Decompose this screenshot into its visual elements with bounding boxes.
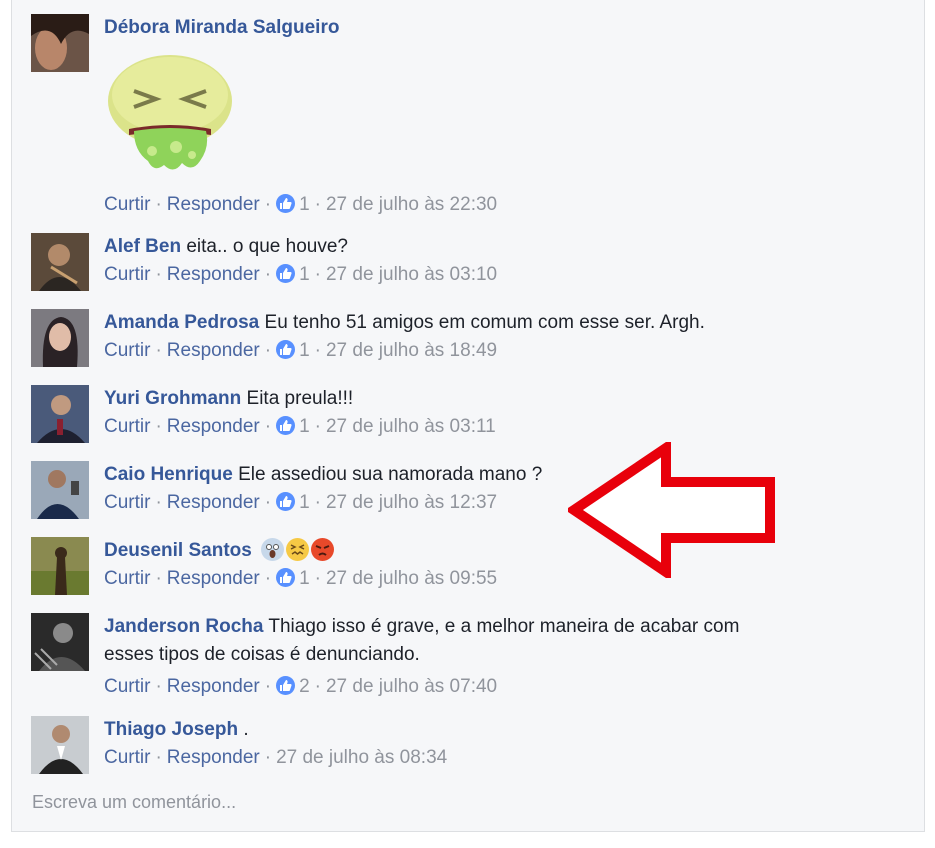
- like-count: 1: [299, 568, 310, 589]
- commenter-name[interactable]: Janderson Rocha: [104, 616, 263, 637]
- comment-actions: Curtir · Responder · 1 · 27 de julho às 18:49: [104, 340, 498, 361]
- vomiting-face-sticker: [104, 51, 237, 176]
- comment-text: eita.. o que houve?: [186, 236, 348, 257]
- reply-link[interactable]: Responder: [167, 568, 260, 589]
- avatar[interactable]: [31, 537, 89, 595]
- reply-link[interactable]: Responder: [167, 747, 260, 768]
- comment-text-line-2: esses tipos de coisas é denunciando.: [104, 644, 420, 665]
- comment-actions: Curtir · Responder · 1 · 27 de julho às 03:11: [104, 416, 496, 437]
- timestamp[interactable]: 27 de julho às 03:10: [326, 264, 497, 285]
- commenter-name[interactable]: Yuri Grohmann: [104, 388, 241, 409]
- like-link[interactable]: Curtir: [104, 676, 150, 697]
- comment-text: Eu tenho 51 amigos em comum com esse ser…: [264, 312, 705, 333]
- thumbs-up-icon[interactable]: [276, 568, 296, 587]
- comment-text: Ele assediou sua namorada mano ?: [238, 464, 543, 485]
- thumbs-up-icon[interactable]: [276, 340, 296, 359]
- avatar[interactable]: [31, 716, 89, 774]
- scream-emoji: [261, 538, 285, 561]
- commenter-name[interactable]: Amanda Pedrosa: [104, 312, 259, 333]
- thumbs-up-icon[interactable]: [276, 492, 296, 511]
- reply-link[interactable]: Responder: [167, 264, 260, 285]
- comment-actions: Curtir · Responder · 2 · 27 de julho às 07:40: [104, 676, 498, 697]
- like-count: 2: [299, 676, 310, 697]
- avatar[interactable]: [31, 233, 89, 291]
- timestamp[interactable]: 27 de julho às 08:34: [276, 747, 447, 768]
- commenter-name[interactable]: Débora Miranda Salgueiro: [104, 17, 339, 38]
- like-link[interactable]: Curtir: [104, 492, 150, 513]
- like-count: 1: [299, 194, 310, 215]
- reply-link[interactable]: Responder: [167, 340, 260, 361]
- thumbs-up-icon[interactable]: [276, 194, 296, 213]
- thumbs-up-icon[interactable]: [276, 416, 296, 435]
- like-count: 1: [299, 416, 310, 437]
- avatar[interactable]: [31, 461, 89, 519]
- write-comment-input[interactable]: Escreva um comentário...: [32, 792, 236, 813]
- like-count: 1: [299, 264, 310, 285]
- like-link[interactable]: Curtir: [104, 194, 150, 215]
- confounded-emoji: [286, 538, 310, 561]
- avatar[interactable]: [31, 14, 89, 72]
- commenter-name[interactable]: Alef Ben: [104, 236, 181, 257]
- like-link[interactable]: Curtir: [104, 264, 150, 285]
- like-link[interactable]: Curtir: [104, 747, 150, 768]
- like-count: 1: [299, 492, 310, 513]
- comments-panel: Débora Miranda Salgueiro Curtir · Responde…: [11, 0, 925, 832]
- reply-link[interactable]: Responder: [167, 676, 260, 697]
- avatar[interactable]: [31, 613, 89, 671]
- timestamp[interactable]: 27 de julho às 03:11: [326, 416, 496, 437]
- reply-link[interactable]: Responder: [167, 416, 260, 437]
- comment-actions: Curtir · Responder · 1 · 27 de julho às 03:10: [104, 264, 498, 285]
- avatar[interactable]: [31, 309, 89, 367]
- like-link[interactable]: Curtir: [104, 416, 150, 437]
- comment-text: Thiago isso é grave, e a melhor maneira …: [268, 616, 740, 637]
- thumbs-up-icon[interactable]: [276, 264, 296, 283]
- comment-actions: Curtir · Responder · 27 de julho às 08:34: [104, 747, 448, 768]
- timestamp[interactable]: 27 de julho às 22:30: [326, 194, 497, 215]
- comment-text: .: [243, 719, 249, 740]
- like-count: 1: [299, 340, 310, 361]
- commenter-name[interactable]: Thiago Joseph: [104, 719, 238, 740]
- comment-actions: Curtir · Responder · 1 · 27 de julho às 22:30: [104, 194, 498, 215]
- reply-link[interactable]: Responder: [167, 492, 260, 513]
- reply-link[interactable]: Responder: [167, 194, 260, 215]
- angry-emoji: [311, 538, 335, 561]
- timestamp[interactable]: 27 de julho às 07:40: [326, 676, 497, 697]
- timestamp[interactable]: 27 de julho às 12:37: [326, 492, 497, 513]
- avatar[interactable]: [31, 385, 89, 443]
- timestamp[interactable]: 27 de julho às 09:55: [326, 568, 497, 589]
- red-arrow-annotation: [568, 442, 775, 578]
- comment-text: Eita preula!!!: [246, 388, 354, 409]
- timestamp[interactable]: 27 de julho às 18:49: [326, 340, 497, 361]
- commenter-name[interactable]: Caio Henrique: [104, 464, 233, 485]
- like-link[interactable]: Curtir: [104, 568, 150, 589]
- commenter-name[interactable]: Deusenil Santos: [104, 540, 252, 561]
- like-link[interactable]: Curtir: [104, 340, 150, 361]
- thumbs-up-icon[interactable]: [276, 676, 296, 695]
